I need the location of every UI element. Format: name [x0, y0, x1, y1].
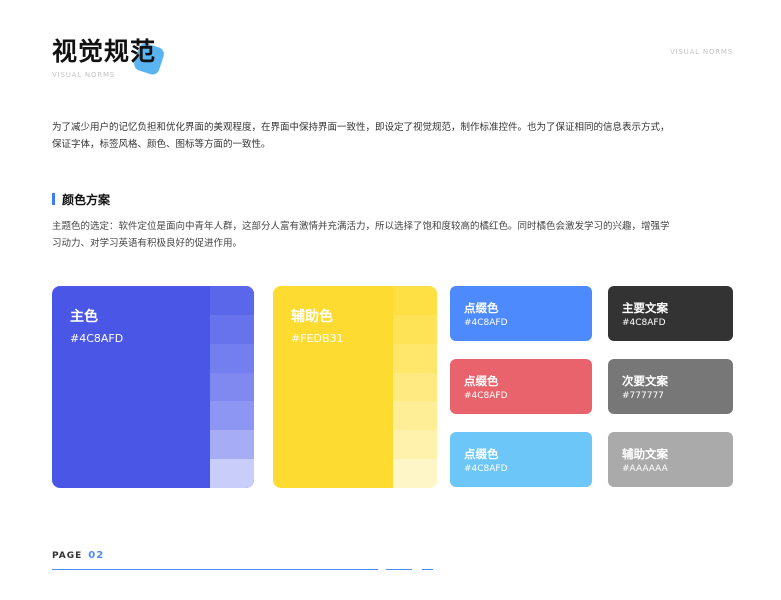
secondary-tint-swatch: [393, 343, 437, 373]
primary-tint-swatch: [210, 343, 254, 373]
text-color-hex: #4C8AFD: [622, 318, 666, 328]
accent-color-name: 点缀色: [464, 301, 499, 315]
primary-tint-swatch: [210, 401, 254, 431]
text-color-name: 主要文案: [622, 301, 668, 315]
primary-tint-swatch: [210, 459, 254, 488]
primary-color-card: 主色 #4C8AFD: [52, 286, 254, 488]
section-description: 主题色的选定：软件定位是面向中青年人群，这部分人富有激情并充满活力，所以选择了饱…: [52, 221, 670, 249]
text-color-name: 次要文案: [622, 374, 668, 388]
accent-color-hex: #4C8AFD: [464, 318, 508, 328]
secondary-color-card: 辅助色 #FEDB31: [273, 286, 437, 488]
text-color-name: 辅助文案: [622, 447, 668, 461]
footer-rule: [52, 569, 378, 570]
accent-color-name: 点缀色: [464, 447, 499, 461]
primary-tint-strip: [210, 286, 254, 488]
accent-color-card: 点缀色 #4C8AFD: [450, 432, 592, 487]
page-footer: PAGE 02: [52, 550, 104, 561]
text-color-hex: #AAAAAA: [622, 464, 668, 474]
footer-rule-segment: [422, 569, 433, 570]
accent-color-hex: #4C8AFD: [464, 391, 508, 401]
secondary-tint-swatch: [393, 401, 437, 431]
primary-tint-swatch: [210, 372, 254, 402]
section-marker: [52, 193, 55, 205]
section-title: 颜色方案: [62, 192, 111, 207]
primary-color-name: 主色: [70, 309, 98, 325]
header-label: VISUAL NORMS: [669, 48, 733, 56]
page-number: 02: [88, 550, 105, 561]
secondary-tint-swatch: [393, 372, 437, 402]
text-color-hex: #777777: [622, 391, 664, 401]
accent-color-name: 点缀色: [464, 374, 499, 388]
page-title: 视觉规范: [52, 37, 157, 66]
primary-tint-swatch: [210, 314, 254, 344]
accent-color-card: 点缀色 #4C8AFD: [450, 286, 592, 341]
text-color-card: 次要文案 #777777: [608, 359, 733, 414]
secondary-tint-swatch: [393, 459, 437, 488]
secondary-tint-swatch: [393, 314, 437, 344]
secondary-tint-swatch: [393, 286, 437, 315]
intro-paragraph: 为了减少用户的记忆负担和优化界面的美观程度，在界面中保持界面一致性，即设定了视觉…: [52, 122, 670, 150]
section-heading: 颜色方案: [52, 192, 111, 207]
secondary-color-hex: #FEDB31: [291, 332, 344, 345]
text-color-card: 主要文案 #4C8AFD: [608, 286, 733, 341]
title-block: 视觉规范: [52, 36, 166, 77]
accent-color-hex: #4C8AFD: [464, 464, 508, 474]
footer-rule-segment: [386, 569, 412, 570]
page-subtitle: VISUAL NORMS: [52, 71, 116, 79]
primary-tint-swatch: [210, 286, 254, 315]
secondary-color-name: 辅助色: [291, 309, 333, 325]
accent-color-card: 点缀色 #4C8AFD: [450, 359, 592, 414]
footer-label: PAGE: [52, 551, 83, 561]
primary-color-hex: #4C8AFD: [70, 332, 124, 345]
text-color-card: 辅助文案 #AAAAAA: [608, 432, 733, 487]
secondary-tint-swatch: [393, 430, 437, 460]
primary-tint-swatch: [210, 430, 254, 460]
secondary-tint-strip: [393, 286, 437, 488]
